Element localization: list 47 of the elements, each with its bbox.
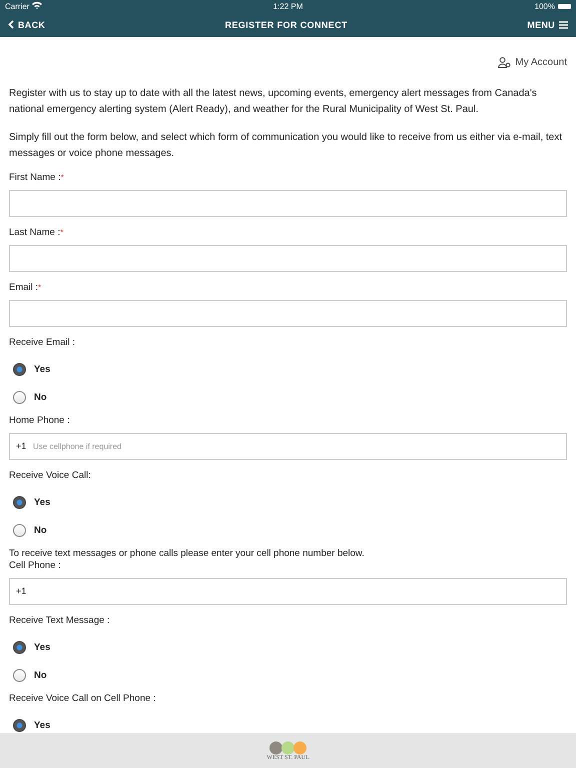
carrier-label: Carrier [5,2,30,10]
country-code: +1 [16,586,26,597]
required-mark: * [38,283,42,292]
field-label: First Name : [9,172,61,183]
back-button[interactable]: BACK [8,20,46,30]
wifi-icon [32,1,42,11]
my-account-link[interactable]: My Account [498,55,567,69]
radio-button[interactable] [13,640,26,654]
option-label: No [34,670,47,680]
battery-icon [558,4,571,8]
battery-label: 100% [534,2,555,10]
menu-icon [558,20,568,28]
input-field[interactable] [9,578,567,605]
radio-button[interactable] [13,718,26,732]
field-label: Cell Phone : [9,560,61,571]
option-label: Yes [34,496,50,508]
option-label: No [34,524,47,536]
input-field[interactable] [9,190,567,217]
input-field[interactable] [9,300,567,327]
field-label: Last Name : [9,227,60,238]
option-label: Yes [34,720,50,730]
menu-button[interactable]: MENU [527,20,568,30]
clock-label: 1:22 PM [273,2,303,10]
chevron-left-icon [8,20,14,29]
input-field[interactable] [9,245,567,272]
field-label: Email : [9,282,38,293]
radio-button[interactable] [13,496,26,508]
field-label: Receive Voice Call: [9,470,92,482]
field-label: Receive Text Message : [9,615,111,627]
option-label: Yes [34,364,50,374]
field-label: Home Phone : [9,415,70,426]
radio-button[interactable] [13,524,26,536]
radio-button[interactable] [13,390,26,404]
radio-button[interactable] [13,362,26,376]
option-label: Yes [34,642,50,652]
intro-paragraph: Register with us to stay up to date with all the latest news, upcoming events, emergency alert messages from Canada's national emergency alerting system (Alert Ready), and weather for the Rural Municipality of West St. Paul. [9,87,538,117]
country-code: +1 [16,441,26,452]
page-title: REGISTER FOR CONNECT [224,20,348,30]
field-label: Receive Voice Call on Cell Phone : [9,693,157,705]
required-mark: * [60,173,64,182]
option-label: No [34,392,47,402]
intro-paragraph: Simply fill out the form below, and select which form of communication you would like to receive from us either via e-mail, text messages or voice phone messages. [9,131,564,161]
field-label: Receive Email : [9,337,76,349]
required-mark: * [60,228,64,237]
user-gear-icon [498,56,512,68]
note-text: To receive text messages or phone calls please enter your cell phone number below. [9,548,366,560]
radio-button[interactable] [13,668,26,682]
